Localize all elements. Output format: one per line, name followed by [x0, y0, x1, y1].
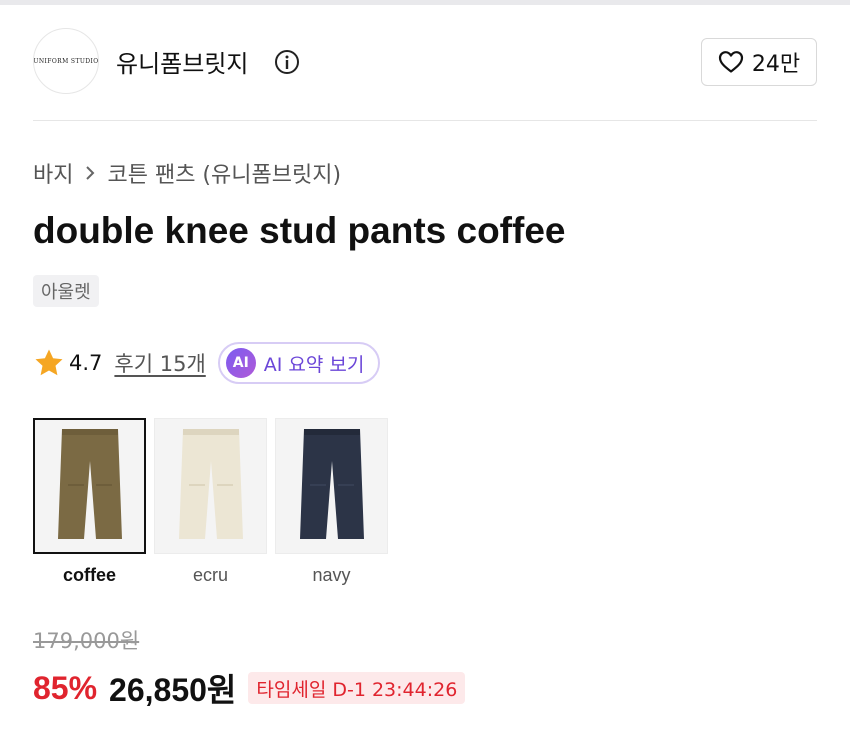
header-divider: [33, 120, 817, 121]
brand-logo-text: UNIFORM STUDIO: [33, 57, 99, 65]
star-icon: [35, 349, 63, 376]
ai-summary-label: AI 요약 보기: [263, 353, 365, 376]
breadcrumb-item-subcategory[interactable]: 코튼 팬츠 (유니폼브릿지): [107, 157, 341, 189]
chevron-right-icon: [86, 166, 95, 180]
sale-price: 26,850원: [109, 672, 237, 708]
color-options: coffee ecru navy: [33, 418, 388, 586]
color-swatch-ecru[interactable]: [154, 418, 267, 554]
color-label-navy: navy: [312, 565, 351, 585]
pants-icon: [178, 429, 243, 539]
original-price: 179,000원: [33, 629, 140, 653]
color-label-ecru: ecru: [192, 565, 228, 585]
color-option-ecru[interactable]: ecru: [154, 418, 267, 586]
brand-header: UNIFORM STUDIO 유니폼브릿지 24만: [33, 28, 817, 94]
timesale-badge: 타임세일 D-1 23:44:26: [248, 672, 466, 704]
rating-row: 4.7 후기 15개 AI AI 요약 보기: [33, 342, 381, 384]
like-count: 24만: [751, 52, 801, 77]
heart-icon: [718, 51, 743, 73]
discount-rate: 85%: [33, 669, 98, 706]
pants-icon: [299, 429, 364, 539]
color-option-coffee[interactable]: coffee: [33, 418, 146, 586]
color-swatch-coffee[interactable]: [33, 418, 146, 554]
breadcrumb: 바지 코튼 팬츠 (유니폼브릿지): [33, 158, 341, 188]
breadcrumb-item-category[interactable]: 바지: [33, 157, 73, 189]
review-count-link[interactable]: 후기 15개: [114, 348, 205, 378]
info-icon[interactable]: [274, 49, 300, 75]
brand-logo[interactable]: UNIFORM STUDIO: [33, 28, 99, 94]
ai-summary-button[interactable]: AI AI 요약 보기: [217, 342, 381, 384]
like-button[interactable]: 24만: [701, 38, 817, 86]
color-label-coffee: coffee: [62, 565, 116, 585]
price-row: 85% 26,850원 타임세일 D-1 23:44:26: [33, 668, 466, 708]
color-option-navy[interactable]: navy: [275, 418, 388, 586]
outlet-badge: 아울렛: [33, 275, 99, 307]
color-swatch-navy[interactable]: [275, 418, 388, 554]
product-title: double knee stud pants coffee: [33, 210, 566, 251]
pants-icon: [57, 429, 122, 539]
rating-value: 4.7: [69, 351, 103, 375]
top-edge-strip: [0, 0, 850, 5]
brand-name[interactable]: 유니폼브릿지: [116, 44, 248, 79]
ai-icon: AI: [225, 348, 256, 378]
